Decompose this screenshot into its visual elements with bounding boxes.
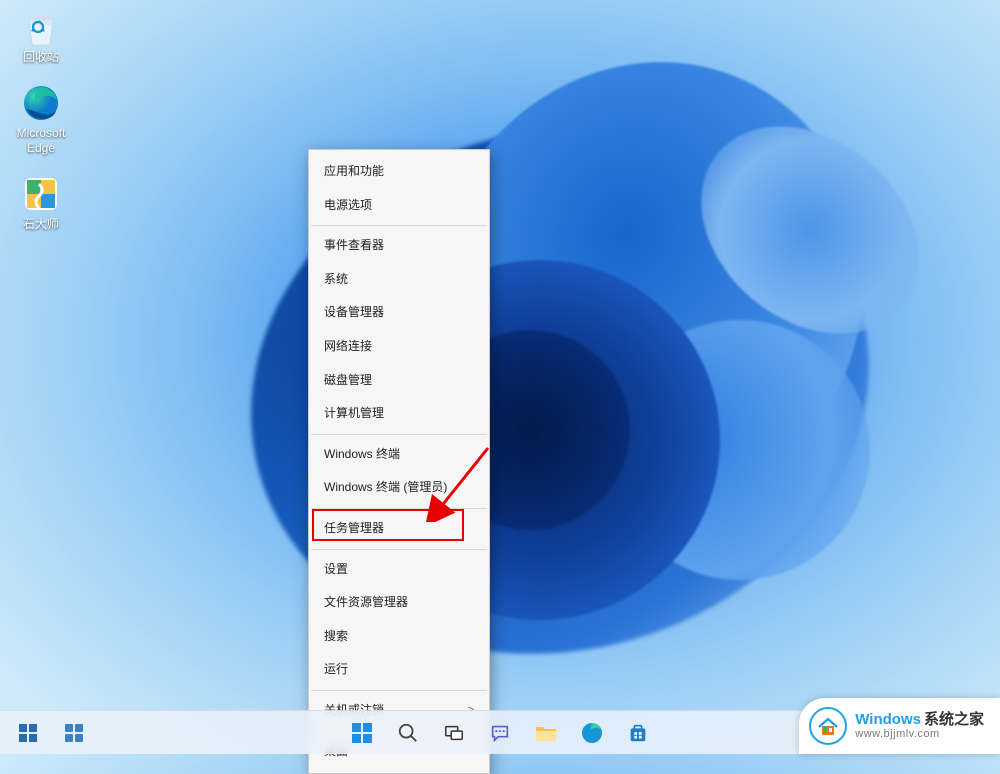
desktop-icon-shidashi[interactable]: 石大师 bbox=[6, 173, 76, 231]
desktop-icons-area: 回收站 Microsoft Edge 石 bbox=[6, 6, 76, 232]
context-menu-item-computer-management[interactable]: 计算机管理 bbox=[310, 397, 488, 431]
context-menu-item-label: Windows 终端 bbox=[324, 438, 400, 472]
context-menu-item-label: 电源选项 bbox=[324, 189, 372, 223]
recycle-bin-icon bbox=[20, 6, 62, 48]
watermark-url: www.bjjmlv.com bbox=[855, 728, 984, 740]
context-menu-item-event-viewer[interactable]: 事件查看器 bbox=[310, 229, 488, 263]
context-menu-item-label: 系统 bbox=[324, 263, 348, 297]
taskbar-start-button[interactable] bbox=[342, 713, 382, 753]
watermark-title-b: 系统之家 bbox=[924, 712, 984, 729]
taskbar-edge-button[interactable] bbox=[572, 713, 612, 753]
context-menu-item-windows-terminal[interactable]: Windows 终端 bbox=[310, 438, 488, 472]
context-menu-item-search[interactable]: 搜索 bbox=[310, 620, 488, 654]
taskbar-chat-button[interactable] bbox=[480, 713, 520, 753]
context-menu-item-power-options[interactable]: 电源选项 bbox=[310, 189, 488, 223]
taskbar-search-button[interactable] bbox=[388, 713, 428, 753]
context-menu-item-label: 应用和功能 bbox=[324, 155, 384, 189]
desktop-icon-label: 石大师 bbox=[23, 217, 59, 231]
context-menu-item-label: 搜索 bbox=[324, 620, 348, 654]
desktop-icon-label: 回收站 bbox=[23, 50, 59, 64]
context-menu-item-task-manager[interactable]: 任务管理器 bbox=[310, 512, 488, 546]
desktop-icon-recycle-bin[interactable]: 回收站 bbox=[6, 6, 76, 64]
context-menu-item-label: 设备管理器 bbox=[324, 296, 384, 330]
context-menu-separator bbox=[311, 434, 487, 435]
context-menu-item-label: 运行 bbox=[324, 653, 348, 687]
context-menu-item-label: 计算机管理 bbox=[324, 397, 384, 431]
context-menu-item-run[interactable]: 运行 bbox=[310, 653, 488, 687]
context-menu-separator bbox=[311, 508, 487, 509]
context-menu-item-label: 文件资源管理器 bbox=[324, 586, 408, 620]
watermark-badge: Windows 系统之家 www.bjjmlv.com bbox=[799, 698, 1000, 754]
taskbar-widgets[interactable] bbox=[54, 713, 94, 753]
context-menu-item-label: 事件查看器 bbox=[324, 229, 384, 263]
context-menu-item-settings[interactable]: 设置 bbox=[310, 553, 488, 587]
edge-icon bbox=[20, 82, 62, 124]
context-menu-item-label: Windows 终端 (管理员) bbox=[324, 471, 447, 505]
taskbar-explorer-button[interactable] bbox=[526, 713, 566, 753]
context-menu-item-label: 设置 bbox=[324, 553, 348, 587]
desktop-icon-edge[interactable]: Microsoft Edge bbox=[6, 82, 76, 155]
watermark-title-a: Windows bbox=[855, 712, 921, 729]
context-menu-item-disk-management[interactable]: 磁盘管理 bbox=[310, 364, 488, 398]
context-menu-item-apps-features[interactable]: 应用和功能 bbox=[310, 155, 488, 189]
context-menu-item-label: 网络连接 bbox=[324, 330, 372, 364]
context-menu-item-windows-terminal-admin[interactable]: Windows 终端 (管理员) bbox=[310, 471, 488, 505]
taskbar-task-view-button[interactable] bbox=[434, 713, 474, 753]
context-menu-item-network-connections[interactable]: 网络连接 bbox=[310, 330, 488, 364]
context-menu-separator bbox=[311, 549, 487, 550]
context-menu-item-file-explorer[interactable]: 文件资源管理器 bbox=[310, 586, 488, 620]
context-menu-item-system[interactable]: 系统 bbox=[310, 263, 488, 297]
desktop-icon-label: Microsoft Edge bbox=[17, 126, 66, 155]
taskbar-store-button[interactable] bbox=[618, 713, 658, 753]
context-menu-separator bbox=[311, 225, 487, 226]
context-menu-item-device-manager[interactable]: 设备管理器 bbox=[310, 296, 488, 330]
context-menu-item-label: 任务管理器 bbox=[324, 512, 384, 546]
context-menu-item-label: 磁盘管理 bbox=[324, 364, 372, 398]
desktop-wallpaper bbox=[0, 0, 1000, 754]
watermark-logo-icon bbox=[809, 707, 847, 745]
winx-context-menu: 应用和功能电源选项事件查看器系统设备管理器网络连接磁盘管理计算机管理 Window… bbox=[308, 149, 490, 774]
taskbar-start-preview[interactable] bbox=[8, 713, 48, 753]
shidashi-icon bbox=[20, 173, 62, 215]
context-menu-separator bbox=[311, 690, 487, 691]
